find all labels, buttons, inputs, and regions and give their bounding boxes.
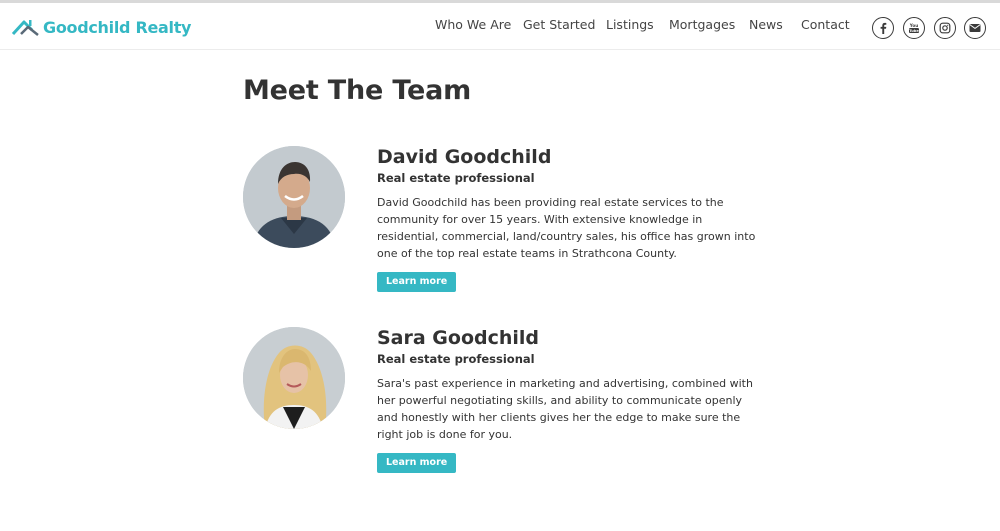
page-title: Meet The Team <box>243 75 472 106</box>
svg-text:You: You <box>909 23 919 28</box>
avatar <box>243 146 345 248</box>
main-nav: Who We Are Get Started Listings Mortgage… <box>0 17 1000 37</box>
youtube-icon: You Tube <box>909 23 919 33</box>
nav-item-get-started[interactable]: Get Started <box>523 17 595 32</box>
team-member-photo <box>243 327 345 429</box>
email-link[interactable] <box>964 17 986 39</box>
instagram-icon <box>939 22 951 34</box>
team-member-info: David Goodchild Real estate professional… <box>377 146 757 292</box>
instagram-link[interactable] <box>934 17 956 39</box>
nav-item-listings[interactable]: Listings <box>606 17 654 32</box>
learn-more-button[interactable]: Learn more <box>377 272 457 292</box>
team-member-name: David Goodchild <box>377 146 552 168</box>
site-header: Goodchild Realty Who We Are Get Started … <box>0 3 1000 50</box>
nav-item-who-we-are[interactable]: Who We Are <box>435 17 511 32</box>
team-member-bio: David Goodchild has been providing real … <box>377 196 756 260</box>
learn-more-button[interactable]: Learn more <box>377 453 457 473</box>
youtube-link[interactable]: You Tube <box>903 17 925 39</box>
svg-text:Tube: Tube <box>909 29 919 33</box>
avatar <box>243 327 345 429</box>
team-member-photo <box>243 146 345 248</box>
nav-item-news[interactable]: News <box>749 17 783 32</box>
nav-item-mortgages[interactable]: Mortgages <box>669 17 735 32</box>
team-member-role: Real estate professional <box>377 352 535 366</box>
team-member-info: Sara Goodchild Real estate professional … <box>377 327 757 473</box>
team-member-name: Sara Goodchild <box>377 327 540 349</box>
facebook-link[interactable] <box>872 17 894 39</box>
team-member-bio: Sara's past experience in marketing and … <box>377 377 753 441</box>
facebook-icon <box>880 22 887 34</box>
email-icon <box>969 24 981 32</box>
nav-item-contact[interactable]: Contact <box>801 17 850 32</box>
team-member-role: Real estate professional <box>377 171 535 185</box>
